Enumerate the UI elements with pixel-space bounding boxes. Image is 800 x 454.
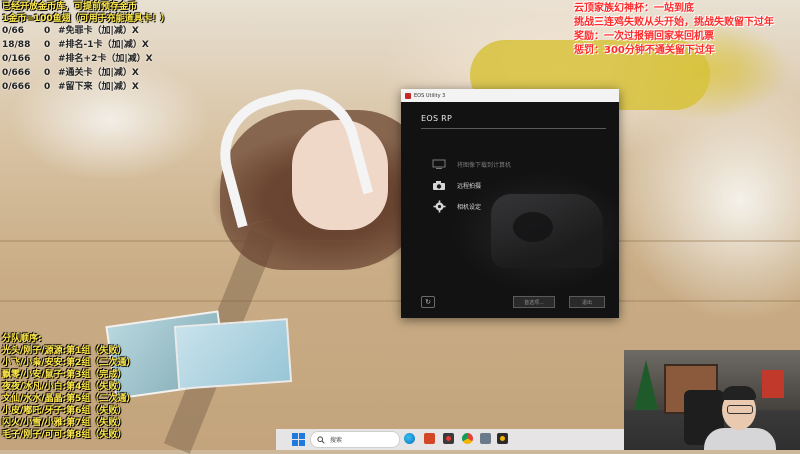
divider: [421, 128, 606, 129]
refresh-icon[interactable]: ↻: [421, 296, 435, 308]
computer-download-icon: [431, 158, 447, 170]
camera-icon: [431, 179, 447, 191]
menu-label: 相机设定: [457, 203, 482, 211]
camera-model-name: EOS RP: [421, 114, 453, 123]
app-yellow-icon[interactable]: [497, 433, 508, 444]
card-value: 0: [44, 26, 51, 36]
webcam-red-box: [762, 370, 784, 398]
eos-main-panel: EOS RP 将图像下载到计算机 远程拍摄 相机设定 ↻ 首选项... 退出: [401, 102, 619, 318]
team-row: 光头/刚子/源源:第1组（失败）: [2, 346, 127, 356]
card-label: #留下来（加|减）X: [58, 82, 139, 92]
overlay-challenge-rules: 云顶家族幻神杯：一站到底 挑战三连鸡失败从头开始，挑战失败留下过年 奖励：一次过…: [574, 2, 774, 58]
gear-icon: [431, 200, 447, 212]
webcam-christmas-tree: [634, 360, 658, 410]
card-count: 0/66: [2, 26, 25, 36]
card-count: 0/666: [2, 82, 31, 92]
eos-utility-window[interactable]: EOS Utility 3 EOS RP 将图像下载到计算机 远程拍摄 相机设定…: [401, 89, 619, 318]
edge-icon[interactable]: [404, 433, 415, 444]
search-icon: [317, 435, 325, 444]
overlay-team-order: 分队顺序: 光头/刚子/源源:第1组（失败） 小飞/小枭/安安:第2组（二次通）…: [2, 333, 135, 441]
exit-button[interactable]: 退出: [569, 296, 605, 308]
card-label: #通关卡（加|减）X: [58, 68, 139, 78]
team-row: 小飞/小枭/安安:第2组（二次通）: [2, 358, 136, 368]
overlay-card-list: 0/66 0 #免罪卡（加|减）X 18/88 0 #排名-1卡（加|减）X 0…: [2, 25, 153, 95]
challenge-penalty: 惩罚：300分钟不通关留下过年: [574, 45, 715, 56]
menu-label: 远程拍摄: [457, 182, 482, 190]
app-red-icon[interactable]: [443, 433, 454, 444]
card-row: 0/666 0 #通关卡（加|减）X: [2, 67, 153, 81]
menu-label: 将图像下载到计算机: [457, 161, 512, 169]
webcam-feed: [624, 350, 800, 450]
challenge-title: 云顶家族幻神杯：一站到底: [574, 3, 694, 14]
card-value: 0: [44, 54, 51, 64]
search-placeholder: 搜索: [330, 437, 343, 444]
team-row: 飘零/小安/鼠子:第3组（完成）: [2, 370, 127, 380]
powerpoint-icon[interactable]: [424, 433, 435, 444]
team-row: 夜夜/冰凡/小白:第4组（失败）: [2, 382, 127, 392]
card-row: 18/88 0 #排名-1卡（加|减）X: [2, 39, 153, 53]
window-title: EOS Utility 3: [414, 92, 446, 99]
tatami-seam: [0, 300, 800, 302]
preferences-button[interactable]: 首选项...: [513, 296, 555, 308]
webcam-person-glasses: [727, 405, 753, 414]
card-value: 0: [44, 68, 51, 78]
window-titlebar[interactable]: EOS Utility 3: [401, 89, 619, 102]
card-row: 0/166 0 #排名+2卡（加|减）X: [2, 53, 153, 67]
menu-download-images[interactable]: 将图像下载到计算机: [431, 158, 511, 170]
taskbar-search-box[interactable]: 搜索: [310, 431, 400, 448]
camera-lens-silhouette: [513, 212, 553, 242]
webcam-person-body: [704, 428, 776, 450]
chrome-icon[interactable]: [462, 433, 473, 444]
card-label: #免罪卡（加|减）X: [58, 26, 139, 36]
card-count: 0/666: [2, 68, 31, 78]
team-row: 闪火/小雪/小雅:第7组（失败）: [2, 418, 127, 428]
card-row: 0/66 0 #免罪卡（加|减）X: [2, 25, 153, 39]
team-row: 小皮/嘟吒/牙子:第6组（失败）: [2, 406, 127, 416]
windows-start-icon[interactable]: [292, 433, 305, 446]
wallpaper-cd-case: [173, 318, 293, 390]
menu-remote-shooting[interactable]: 远程拍摄: [431, 179, 481, 191]
eos-app-icon: [405, 92, 411, 99]
card-count: 0/166: [2, 54, 31, 64]
card-value: 0: [44, 40, 51, 50]
card-row: 0/666 0 #留下来（加|减）X: [2, 81, 153, 95]
menu-camera-settings[interactable]: 相机设定: [431, 200, 481, 212]
card-label: #排名+2卡（加|减）X: [58, 54, 153, 64]
challenge-rule: 挑战三连鸡失败从头开始，挑战失败留下过年: [574, 17, 774, 28]
team-row: 文仙/水水/晶晶:第5组（二次通）: [2, 394, 136, 404]
file-icon[interactable]: [480, 433, 491, 444]
challenge-reward: 奖励：一次过报销回家来回机票: [574, 31, 714, 42]
card-value: 0: [44, 82, 51, 92]
webcam-person-hair: [722, 386, 756, 400]
card-label: #排名-1卡（加|减）X: [58, 40, 149, 50]
card-count: 18/88: [2, 40, 31, 50]
team-order-title: 分队顺序:: [2, 334, 42, 344]
team-row: 毛子/刚子/可可:第8组（失败）: [2, 430, 127, 440]
